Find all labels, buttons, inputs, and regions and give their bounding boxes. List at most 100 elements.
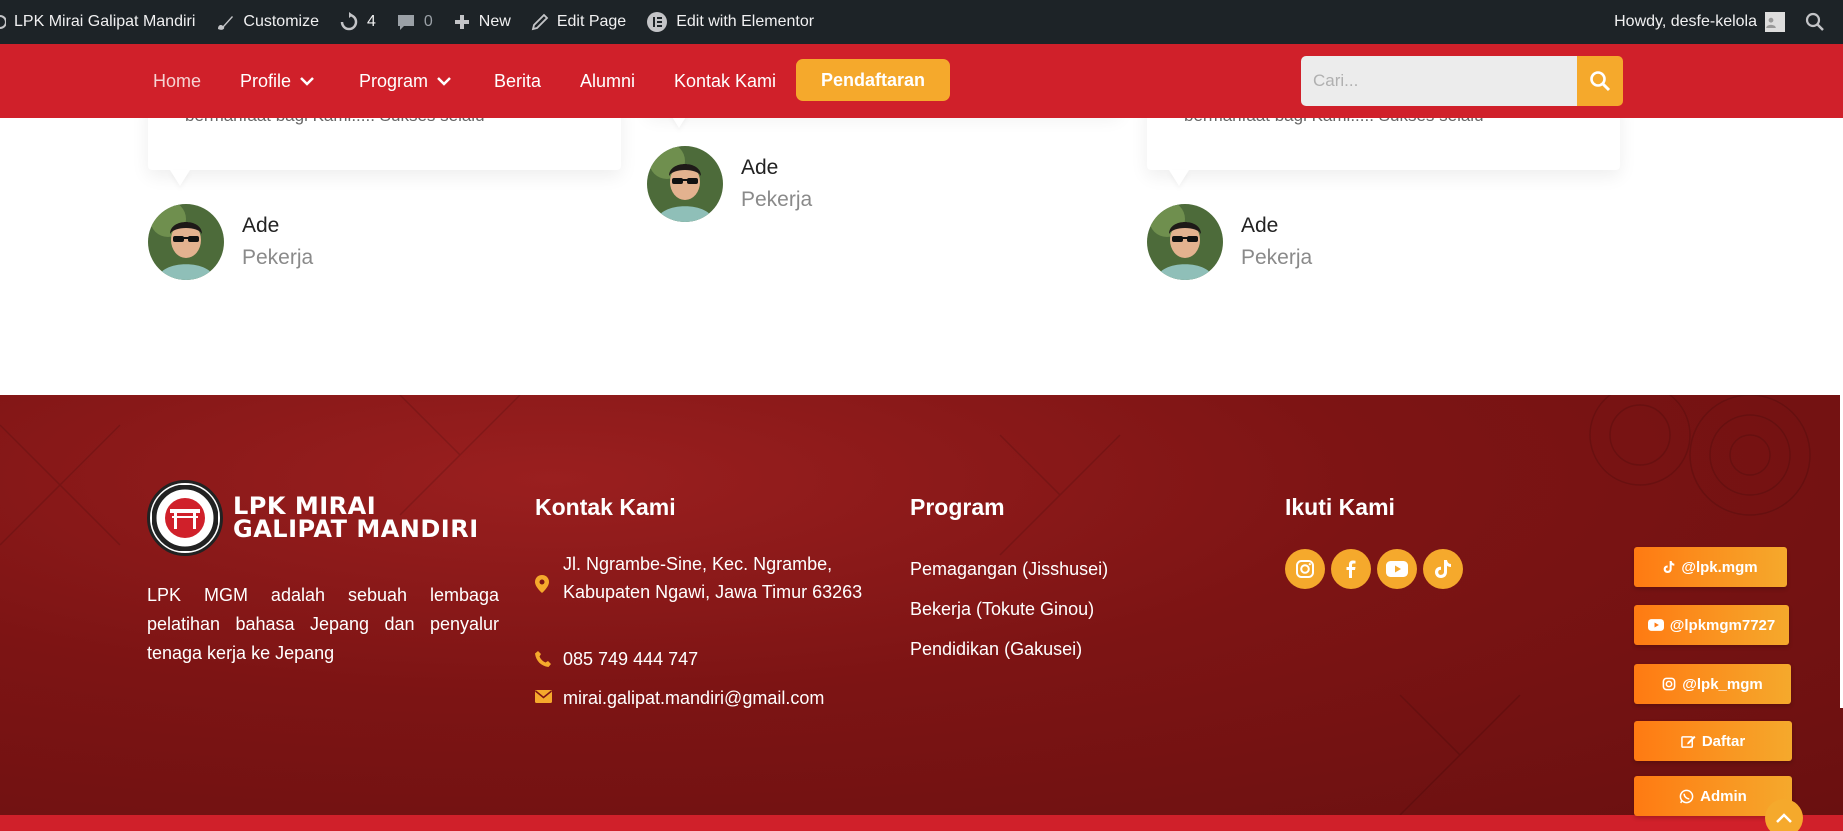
program-link-gakusei[interactable]: Pendidikan (Gakusei) bbox=[910, 639, 1082, 660]
tiktok-icon bbox=[1664, 561, 1675, 573]
phone-row[interactable]: 085 749 444 747 bbox=[535, 645, 698, 673]
youtube-icon[interactable] bbox=[1377, 549, 1417, 589]
tiktok-float-button[interactable]: @lpk.mgm bbox=[1634, 547, 1787, 587]
edit-page-link[interactable]: Edit Page bbox=[521, 0, 636, 44]
avatar bbox=[1147, 204, 1223, 280]
brush-icon bbox=[218, 16, 234, 30]
envelope-icon bbox=[535, 684, 563, 712]
nav-profile-label: Profile bbox=[240, 70, 292, 91]
speech-tail bbox=[170, 170, 190, 186]
logo-line-2: GALIPAT MANDIRI bbox=[233, 515, 479, 543]
chevron-down-icon bbox=[300, 77, 314, 86]
comment-icon bbox=[397, 15, 414, 30]
nav-program-label: Program bbox=[359, 70, 429, 91]
plus-icon bbox=[454, 15, 469, 29]
program-link-jisshusei[interactable]: Pemagangan (Jisshusei) bbox=[910, 559, 1108, 580]
nav-kontak-kami[interactable]: Kontak Kami bbox=[674, 44, 776, 118]
pencil-icon bbox=[531, 13, 549, 31]
comments-count: 0 bbox=[423, 13, 433, 30]
email-row[interactable]: mirai.galipat.mandiri@gmail.com bbox=[535, 684, 824, 712]
youtube-float-label: @lpkmgm7727 bbox=[1669, 616, 1776, 634]
testimonial-role: Pekerja bbox=[242, 246, 314, 269]
nav-berita[interactable]: Berita bbox=[494, 44, 541, 118]
nav-berita-label: Berita bbox=[494, 70, 542, 91]
site-footer: LPK MIRAI GALIPAT MANDIRI LPK MGM adalah… bbox=[0, 395, 1843, 815]
customize-link[interactable]: Customize bbox=[205, 0, 329, 44]
phone-icon bbox=[535, 645, 563, 673]
nav-home[interactable]: Home bbox=[153, 44, 201, 118]
user-avatar-icon bbox=[1765, 12, 1785, 32]
nav-kontak-label: Kontak Kami bbox=[674, 70, 777, 91]
edit-elementor-label: Edit with Elementor bbox=[676, 13, 815, 30]
email-text: mirai.galipat.mandiri@gmail.com bbox=[563, 688, 825, 708]
testimonial-person: Ade Pekerja bbox=[148, 204, 313, 280]
contact-heading: Kontak Kami bbox=[535, 494, 676, 520]
testimonial-person: Ade Pekerja bbox=[647, 146, 812, 222]
footer-logo[interactable]: LPK MIRAI GALIPAT MANDIRI bbox=[147, 480, 479, 556]
phone-text: 085 749 444 747 bbox=[563, 649, 699, 669]
nav-alumni[interactable]: Alumni bbox=[580, 44, 635, 118]
pendaftaran-button[interactable]: Pendaftaran bbox=[796, 59, 950, 101]
wordpress-icon bbox=[0, 15, 6, 29]
program-heading: Program bbox=[910, 494, 1005, 520]
instagram-float-button[interactable]: @lpk_mgm bbox=[1634, 664, 1791, 704]
address-row: Jl. Ngrambe-Sine, Kec. Ngrambe, Kabupate… bbox=[535, 550, 865, 606]
footer-about-text: LPK MGM adalah sebuah lembaga pelatihan … bbox=[147, 585, 499, 663]
instagram-float-label: @lpk_mgm bbox=[1682, 675, 1763, 693]
instagram-icon[interactable] bbox=[1285, 549, 1325, 589]
search-button[interactable] bbox=[1577, 56, 1623, 106]
follow-heading: Ikuti Kami bbox=[1285, 494, 1395, 520]
admin-float-label: Admin bbox=[1700, 787, 1747, 805]
avatar bbox=[647, 146, 723, 222]
search-icon bbox=[1805, 12, 1824, 31]
chevron-up-icon bbox=[1776, 813, 1792, 823]
testimonial-name: Ade bbox=[741, 156, 779, 179]
tiktok-float-label: @lpk.mgm bbox=[1681, 558, 1758, 576]
site-name-link[interactable]: LPK Mirai Galipat Mandiri bbox=[0, 0, 205, 44]
instagram-icon bbox=[1662, 677, 1676, 691]
speech-tail bbox=[1169, 170, 1189, 186]
program-link-tokute-ginou[interactable]: Bekerja (Tokute Ginou) bbox=[910, 599, 1094, 620]
search-icon bbox=[1590, 71, 1611, 92]
facebook-icon[interactable] bbox=[1331, 549, 1371, 589]
new-content-link[interactable]: New bbox=[443, 0, 521, 44]
pendaftaran-label: Pendaftaran bbox=[820, 69, 926, 90]
youtube-icon bbox=[1647, 619, 1664, 631]
testimonial-role: Pekerja bbox=[1241, 246, 1313, 269]
edit-icon bbox=[1681, 735, 1696, 748]
daftar-float-button[interactable]: Daftar bbox=[1634, 721, 1792, 761]
main-navigation: Home Profile Program Berita Alumni Konta… bbox=[0, 44, 1843, 118]
site-search bbox=[1301, 56, 1623, 106]
nav-home-label: Home bbox=[153, 70, 202, 91]
edit-page-label: Edit Page bbox=[556, 13, 627, 30]
whatsapp-icon bbox=[1679, 789, 1694, 803]
testimonial-name: Ade bbox=[242, 214, 280, 237]
search-input[interactable] bbox=[1301, 56, 1577, 106]
updates-icon bbox=[340, 12, 358, 31]
customize-label: Customize bbox=[243, 13, 319, 30]
nav-program[interactable]: Program bbox=[359, 44, 451, 118]
admin-search-button[interactable] bbox=[1795, 0, 1843, 44]
logo-emblem bbox=[147, 480, 223, 556]
comments-link[interactable]: 0 bbox=[386, 0, 443, 44]
wp-admin-bar: LPK Mirai Galipat Mandiri Customize 4 0 … bbox=[0, 0, 1843, 44]
edit-elementor-link[interactable]: Edit with Elementor bbox=[636, 0, 824, 44]
new-label: New bbox=[478, 13, 511, 30]
avatar bbox=[148, 204, 224, 280]
elementor-icon bbox=[647, 12, 668, 32]
footer-bottom-bar bbox=[0, 815, 1843, 831]
testimonial-person: Ade Pekerja bbox=[1147, 204, 1312, 280]
tiktok-icon[interactable] bbox=[1423, 549, 1463, 589]
updates-link[interactable]: 4 bbox=[329, 0, 386, 44]
site-name-label: LPK Mirai Galipat Mandiri bbox=[14, 13, 196, 30]
chevron-down-icon bbox=[437, 77, 451, 86]
map-pin-icon bbox=[535, 550, 563, 606]
my-account-link[interactable]: Howdy, desfe-kelola bbox=[1604, 0, 1795, 44]
scroll-to-top-button[interactable] bbox=[1765, 799, 1803, 831]
updates-count: 4 bbox=[366, 13, 376, 30]
address-text: Jl. Ngrambe-Sine, Kec. Ngrambe, Kabupate… bbox=[563, 554, 863, 602]
howdy-label: Howdy, desfe-kelola bbox=[1614, 13, 1757, 30]
testimonial-name: Ade bbox=[1241, 214, 1279, 237]
nav-profile[interactable]: Profile bbox=[240, 44, 314, 118]
youtube-float-button[interactable]: @lpkmgm7727 bbox=[1634, 605, 1789, 645]
